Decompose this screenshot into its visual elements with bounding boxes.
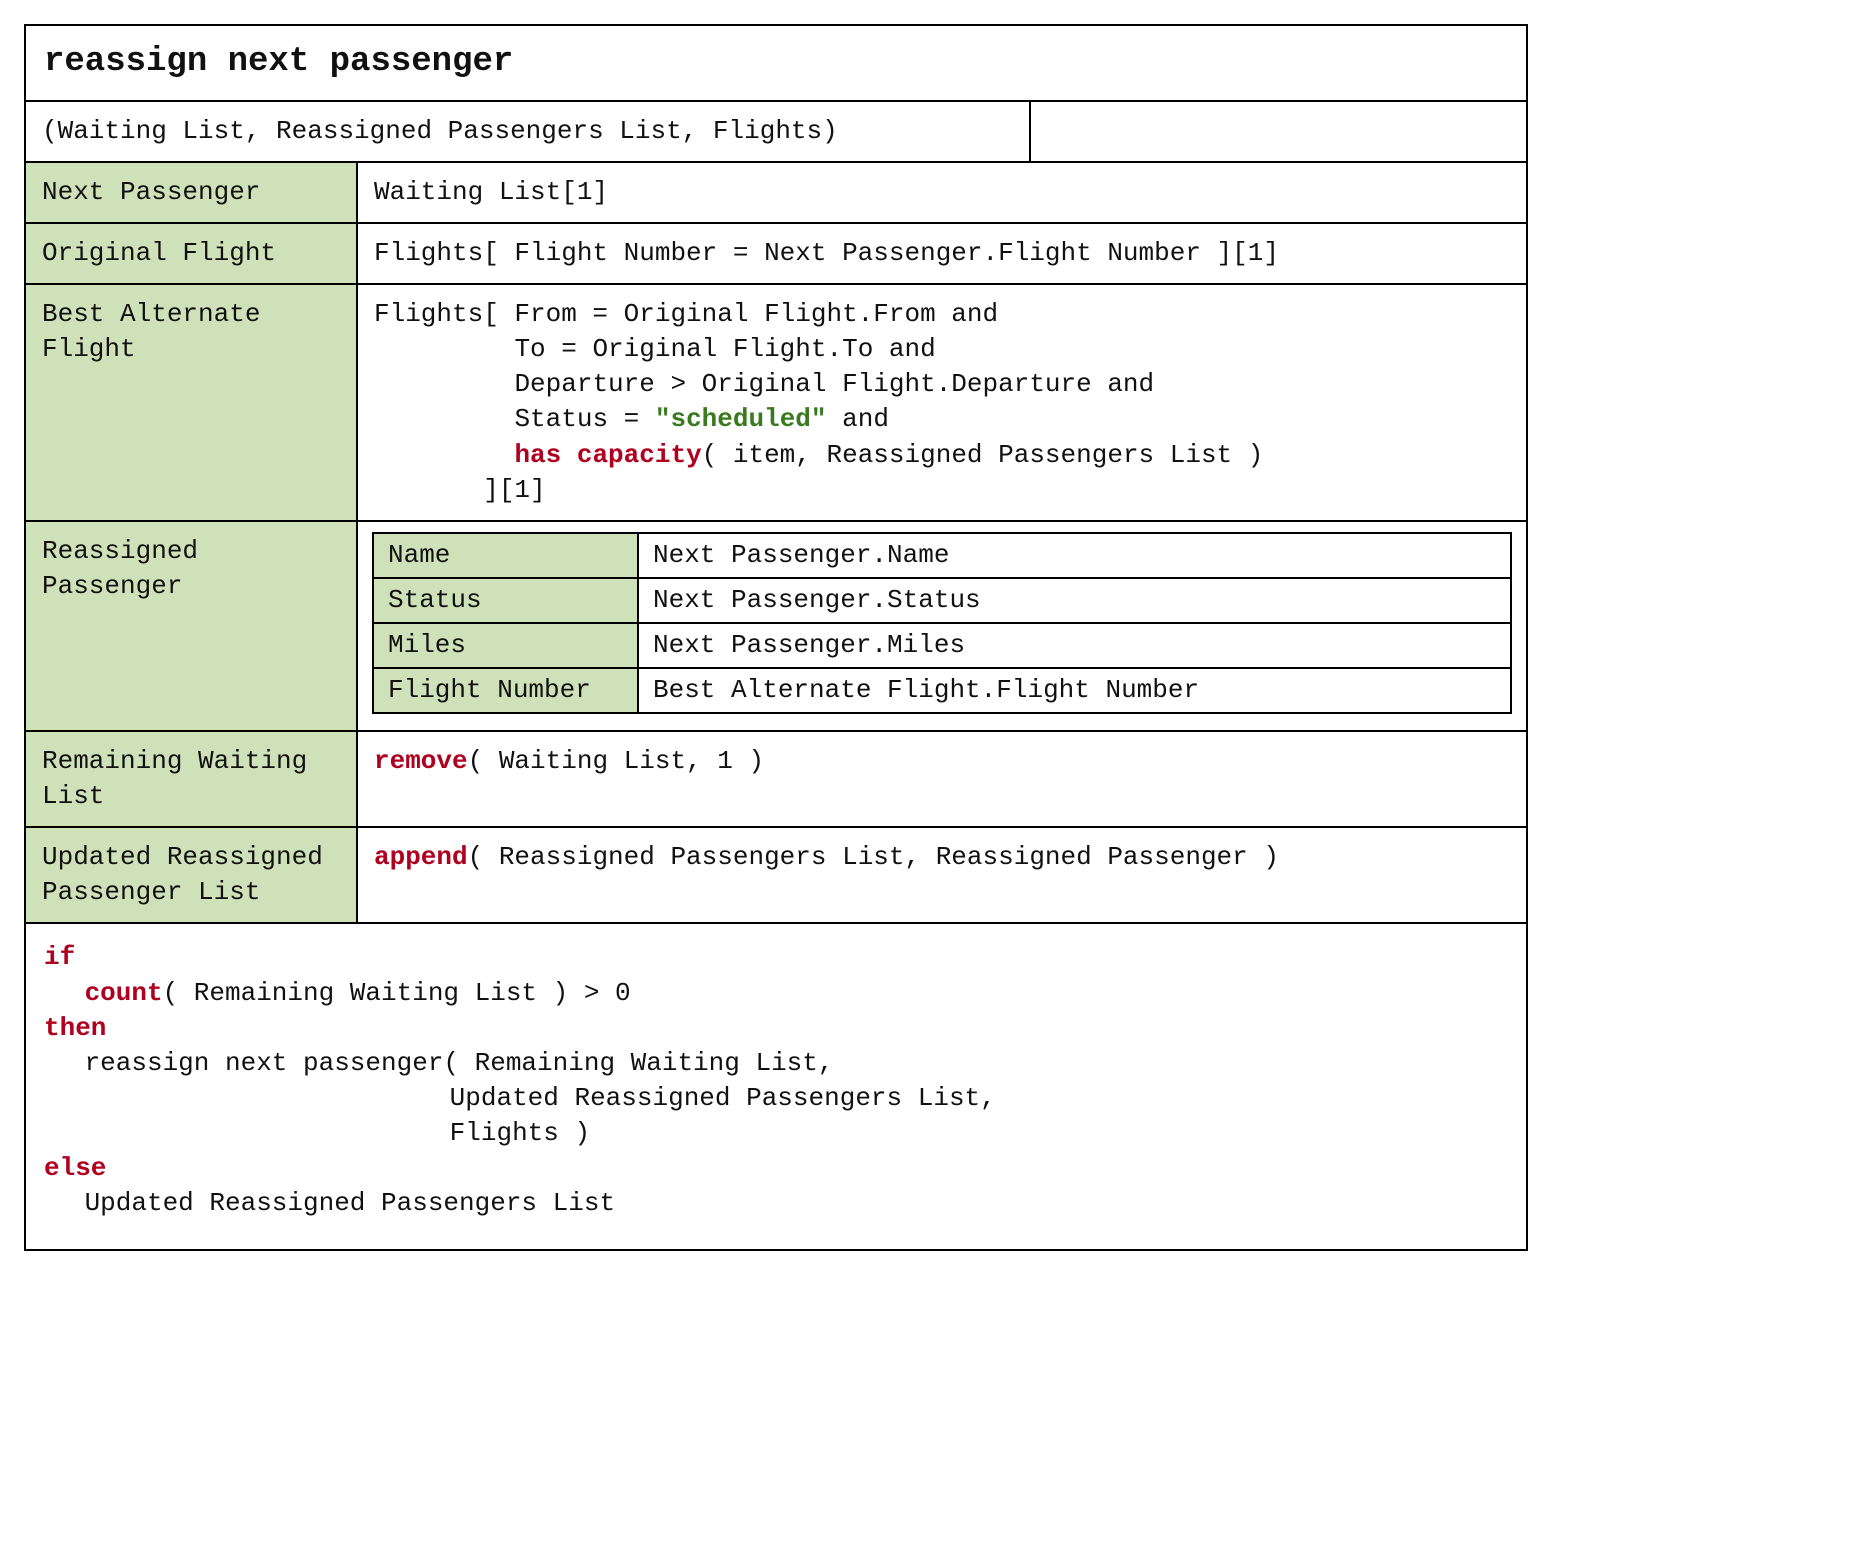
keyword-append: append [374,842,468,872]
label-best-alt-flight: Best Alternate Flight [26,285,358,520]
rp-label-miles: Miles [373,623,638,668]
label-next-passenger: Next Passenger [26,163,358,222]
function-definition-box: reassign next passenger (Waiting List, R… [24,24,1528,1251]
bestalt-line5a [374,440,514,470]
parameters-row: (Waiting List, Reassigned Passengers Lis… [26,100,1526,161]
remove-args: ( Waiting List, 1 ) [468,746,764,776]
parameters-spacer [1031,102,1526,161]
value-updated-reassigned: append( Reassigned Passengers List, Reas… [358,828,1526,922]
function-title: reassign next passenger [26,26,1526,100]
else-body: Updated Reassigned Passengers List [44,1186,615,1221]
bestalt-line3: Departure > Original Flight.Departure an… [374,369,1154,399]
count-args: ( Remaining Waiting List ) > 0 [163,978,631,1008]
rp-row-flight-number: Flight Number Best Alternate Flight.Flig… [373,668,1511,713]
bestalt-line2: To = Original Flight.To and [374,334,936,364]
label-reassigned-passenger: Reassigned Passenger [26,522,358,730]
reassigned-passenger-table: Name Next Passenger.Name Status Next Pas… [372,532,1512,714]
rp-label-status: Status [373,578,638,623]
keyword-remove: remove [374,746,468,776]
value-reassigned-passenger: Name Next Passenger.Name Status Next Pas… [358,522,1526,730]
rp-row-name: Name Next Passenger.Name [373,533,1511,578]
parameters: (Waiting List, Reassigned Passengers Lis… [26,102,1031,161]
row-next-passenger: Next Passenger Waiting List[1] [26,161,1526,222]
value-original-flight: Flights[ Flight Number = Next Passenger.… [358,224,1526,283]
row-best-alt-flight: Best Alternate Flight Flights[ From = Or… [26,283,1526,520]
bestalt-line1: Flights[ From = Original Flight.From and [374,299,998,329]
bestalt-line4c: and [827,404,889,434]
then-call-line1: reassign next passenger( Remaining Waiti… [44,1046,833,1081]
keyword-then: then [44,1013,106,1043]
row-updated-reassigned: Updated Reassigned Passenger List append… [26,826,1526,922]
row-remaining-waiting: Remaining Waiting List remove( Waiting L… [26,730,1526,826]
rp-row-miles: Miles Next Passenger.Miles [373,623,1511,668]
append-args: ( Reassigned Passengers List, Reassigned… [468,842,1279,872]
label-updated-reassigned: Updated Reassigned Passenger List [26,828,358,922]
label-original-flight: Original Flight [26,224,358,283]
bestalt-keyword-hascapacity: has capacity [514,440,701,470]
rp-value-miles: Next Passenger.Miles [638,623,1511,668]
logic-block: if count( Remaining Waiting List ) > 0 t… [26,924,1526,1249]
rp-value-flight-number: Best Alternate Flight.Flight Number [638,668,1511,713]
rp-value-status: Next Passenger.Status [638,578,1511,623]
row-original-flight: Original Flight Flights[ Flight Number =… [26,222,1526,283]
label-remaining-waiting: Remaining Waiting List [26,732,358,826]
row-logic: if count( Remaining Waiting List ) > 0 t… [26,922,1526,1249]
keyword-else: else [44,1153,106,1183]
then-call-line3: Flights ) [44,1116,590,1151]
title-row: reassign next passenger [26,26,1526,100]
keyword-if: if [44,942,75,972]
bestalt-line6: ][1] [374,475,546,505]
value-best-alt-flight: Flights[ From = Original Flight.From and… [358,285,1526,520]
bestalt-string-scheduled: "scheduled" [655,404,827,434]
then-call-line2: Updated Reassigned Passengers List, [44,1081,996,1116]
keyword-count: count [85,978,163,1008]
rp-label-flight-number: Flight Number [373,668,638,713]
row-reassigned-passenger: Reassigned Passenger Name Next Passenger… [26,520,1526,730]
rp-row-status: Status Next Passenger.Status [373,578,1511,623]
rp-label-name: Name [373,533,638,578]
bestalt-line5c: ( item, Reassigned Passengers List ) [702,440,1264,470]
bestalt-line4a: Status = [374,404,655,434]
value-next-passenger: Waiting List[1] [358,163,1526,222]
value-remaining-waiting: remove( Waiting List, 1 ) [358,732,1526,826]
rp-value-name: Next Passenger.Name [638,533,1511,578]
